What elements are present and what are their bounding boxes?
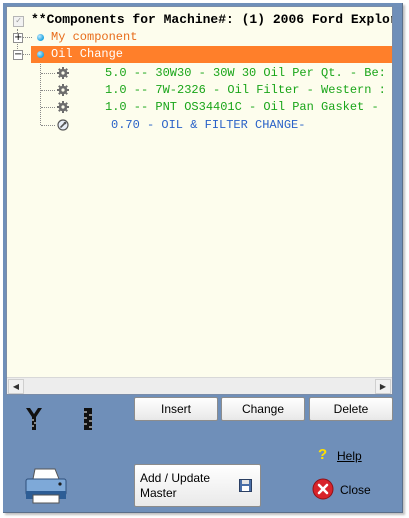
tree-item-row[interactable]: 5.0 -- 30W30 - 30W 30 Oil Per Qt. - Be:: [105, 65, 386, 81]
add-update-master-button[interactable]: Add / Update Master: [134, 464, 261, 507]
components-window: ✓ **Components for Machine#: (1) 2006 Fo…: [3, 3, 403, 513]
close-button-label[interactable]: Close: [340, 483, 371, 497]
change-button[interactable]: Change: [221, 397, 305, 421]
delete-button[interactable]: Delete: [309, 397, 393, 421]
tree-connector: [41, 73, 55, 74]
floppy-disk-icon: [239, 479, 252, 492]
help-icon[interactable]: ?: [318, 446, 327, 463]
gear-icon: [57, 67, 69, 79]
tree-root-label[interactable]: **Components for Machine#: (1) 2006 Ford…: [31, 12, 392, 28]
tree-item-row[interactable]: 1.0 -- PNT OS34401C - Oil Pan Gasket -: [105, 99, 379, 115]
expand-my-component-toggle[interactable]: +: [13, 33, 23, 43]
help-link[interactable]: Help: [337, 449, 362, 463]
tree-connector: [22, 37, 32, 38]
tree-group-oil-change[interactable]: Oil Change: [51, 46, 123, 62]
tree-group-my-component[interactable]: My component: [51, 29, 137, 45]
collapse-all-zipper-icon[interactable]: [78, 407, 98, 431]
tree-connector: [40, 62, 41, 125]
root-checkbox[interactable]: ✓: [13, 16, 24, 27]
add-update-master-label: Add / Update Master: [140, 471, 210, 501]
scroll-left-button[interactable]: ◀: [8, 379, 24, 394]
horizontal-scrollbar[interactable]: ◀ ▶: [7, 377, 392, 394]
close-icon[interactable]: [312, 478, 334, 500]
add-update-master-line2: Master: [140, 486, 177, 500]
printer-icon[interactable]: [23, 467, 69, 505]
insert-button[interactable]: Insert: [134, 397, 218, 421]
group-bullet-icon: [37, 34, 44, 41]
tree-connector: [41, 107, 55, 108]
tree-item-row[interactable]: 1.0 -- 7W-2326 - Oil Filter - Western :: [105, 82, 386, 98]
gear-icon: [57, 84, 69, 96]
scroll-right-button[interactable]: ▶: [375, 379, 391, 394]
components-tree[interactable]: ✓ **Components for Machine#: (1) 2006 Fo…: [6, 6, 393, 395]
wrench-clock-icon: [57, 119, 69, 131]
collapse-oil-change-toggle[interactable]: −: [13, 50, 23, 60]
gear-icon: [57, 101, 69, 113]
group-bullet-icon: [37, 51, 44, 58]
tree-item-row[interactable]: 0.70 - OIL & FILTER CHANGE-: [111, 117, 305, 133]
expand-all-zipper-icon[interactable]: [24, 407, 44, 431]
tree-connector: [41, 90, 55, 91]
tree-connector: [41, 125, 55, 126]
add-update-master-line1: Add / Update: [140, 471, 211, 485]
